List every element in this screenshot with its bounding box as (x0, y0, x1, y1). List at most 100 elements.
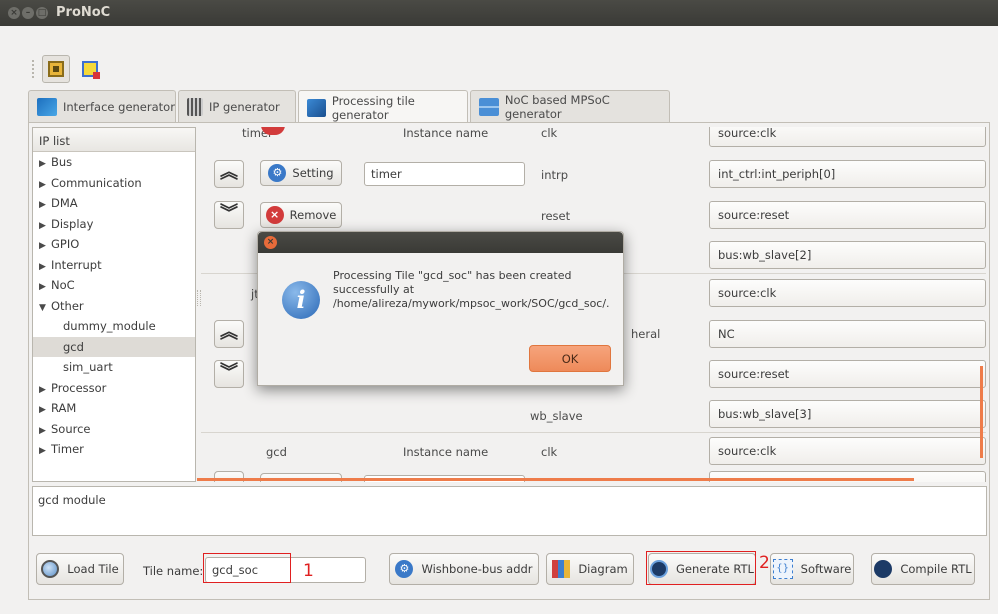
port-select-reset[interactable]: source:reset (709, 360, 986, 388)
dialog-titlebar: × (258, 232, 623, 253)
wishbone-label: Wishbone-bus addr (421, 562, 533, 576)
collapse-arrow-icon: ▼ (39, 302, 46, 313)
window-title: ProNoC (56, 5, 111, 20)
move-up-button[interactable]: ︽ (214, 160, 244, 188)
wishbone-bus-addr-button[interactable]: ⚙ Wishbone-bus addr (389, 553, 539, 585)
tree-item-label: Other (51, 298, 84, 313)
tree-item-sim-uart[interactable]: sim_uart (33, 357, 195, 378)
expand-arrow-icon: ▶ (39, 405, 46, 415)
expand-arrow-icon: ▶ (39, 179, 46, 190)
tree-item-noc[interactable]: ▶ NoC (33, 275, 195, 296)
tree-item-gpio[interactable]: ▶ GPIO (33, 234, 195, 255)
load-tile-button[interactable]: Load Tile (36, 553, 124, 585)
expand-arrow-icon: ▶ (39, 220, 46, 231)
tab-ip-generator[interactable]: IP generator (178, 90, 296, 123)
port-select-wb-slave[interactable]: bus:wb_slave[2] (709, 241, 986, 269)
scroll-indicator (980, 366, 983, 458)
compile-rtl-label: Compile RTL (900, 562, 972, 576)
tree-item-label: sim_uart (63, 360, 113, 374)
move-down-button[interactable]: ︾ (214, 201, 244, 229)
toolbar-grip[interactable] (32, 60, 36, 78)
port-select-intrp[interactable]: int_ctrl:int_periph[0] (709, 160, 986, 188)
software-button[interactable]: {} Software (770, 553, 854, 585)
tab-label: Processing tile generator (331, 93, 415, 122)
processing-tile-icon (307, 98, 326, 117)
port-select-clk[interactable]: source:clk (709, 437, 986, 465)
tree-item-processor[interactable]: ▶ Processor (33, 378, 195, 399)
tree-item-label: dummy_module (63, 319, 156, 333)
setting-button[interactable]: ⚙ Setting (260, 160, 342, 186)
expand-arrow-icon: ▶ (39, 261, 46, 272)
move-up-button[interactable]: ︽ (214, 320, 244, 348)
expand-arrow-icon: ▶ (39, 446, 46, 456)
tab-label: Interface generator (63, 100, 175, 114)
port-label-clk: clk (541, 445, 558, 459)
ok-button[interactable]: OK (529, 345, 611, 372)
remove-button[interactable]: × Remove (260, 202, 342, 228)
tab-label: IP generator (209, 100, 280, 114)
dialog-close-icon[interactable]: × (264, 236, 277, 249)
instance-name-field[interactable]: timer (364, 162, 525, 186)
compile-icon (874, 560, 893, 578)
tree-item-label: Source (51, 421, 91, 436)
tree-item-label: DMA (51, 196, 78, 210)
maximize-window-icon[interactable]: □ (36, 7, 48, 19)
port-select-wb-slave[interactable]: bus:wb_slave[3] (709, 400, 986, 428)
window-titlebar: × – □ ProNoC (0, 0, 998, 26)
ip-description-box: gcd module (32, 486, 987, 536)
port-select-clk[interactable]: source:clk (709, 127, 986, 147)
port-select-reset[interactable]: source:reset (709, 201, 986, 229)
noc-grid-icon (479, 98, 499, 116)
annotation-box-1 (203, 553, 291, 583)
close-window-icon[interactable]: × (8, 7, 20, 19)
tree-item-label: gcd (63, 339, 84, 354)
port-select-interrupt[interactable]: NC (709, 320, 986, 348)
tree-item-interrupt[interactable]: ▶ Interrupt (33, 255, 195, 276)
tree-item-dummy-module[interactable]: dummy_module (33, 316, 195, 337)
tree-item-gcd[interactable]: gcd (33, 336, 195, 357)
info-dialog: × i Processing Tile "gcd_soc" has been c… (257, 231, 624, 386)
expand-arrow-icon: ▶ (39, 425, 46, 436)
diagram-label: Diagram (578, 562, 628, 576)
tab-label: NoC based MPSoC generator (504, 93, 610, 121)
tree-item-label: Processor (51, 380, 107, 395)
minimize-window-icon[interactable]: – (22, 7, 34, 19)
tab-processing-tile-generator[interactable]: Processing tile generator (298, 90, 468, 124)
tab-noc-mpsoc-generator[interactable]: NoC based MPSoC generator (470, 90, 670, 123)
diagram-button[interactable]: Diagram (546, 553, 634, 585)
tree-item-label: Interrupt (51, 257, 102, 272)
port-label-peripheral: heral (631, 327, 661, 341)
diagram-icon (552, 560, 571, 578)
tree-item-bus[interactable]: ▶ Bus (33, 152, 195, 173)
tree-item-timer[interactable]: ▶ Timer (33, 439, 195, 460)
ip-chip-icon (187, 98, 203, 116)
ip-list[interactable]: IP list ▶ Bus ▶ Communication ▶ DMA ▶ Displa… (32, 127, 196, 482)
magnifier-icon (41, 560, 60, 578)
move-down-button[interactable]: ︾ (214, 360, 244, 388)
instance-name-label: Instance name (403, 127, 489, 140)
tree-item-label: GPIO (51, 237, 80, 251)
select-tool-button[interactable] (76, 55, 104, 83)
compile-rtl-button[interactable]: Compile RTL (871, 553, 975, 585)
dialog-message: Processing Tile "gcd_soc" has been creat… (333, 269, 610, 310)
tree-item-label: NoC (51, 278, 75, 292)
info-icon: i (282, 281, 320, 319)
interface-plug-icon (37, 98, 57, 116)
processor-chip-button[interactable] (42, 55, 70, 83)
annotation-box-2 (646, 551, 756, 585)
tree-item-communication[interactable]: ▶ Communication (33, 173, 195, 194)
port-label-clk: clk (541, 127, 558, 140)
tree-item-source[interactable]: ▶ Source (33, 419, 195, 440)
annotation-number-1: 1 (303, 561, 314, 581)
tree-item-ram[interactable]: ▶ RAM (33, 398, 195, 419)
tree-item-dma[interactable]: ▶ DMA (33, 193, 195, 214)
tab-interface-generator[interactable]: Interface generator (28, 90, 176, 123)
remove-icon: × (265, 206, 284, 224)
select-icon (82, 61, 100, 79)
software-icon: {} (772, 559, 793, 579)
tile-name-label: Tile name: (143, 564, 204, 578)
tree-item-display[interactable]: ▶ Display (33, 214, 195, 235)
tree-item-other[interactable]: ▼ Other (33, 296, 195, 317)
expand-arrow-icon: ▶ (39, 200, 46, 210)
port-select-clk[interactable]: source:clk (709, 279, 986, 307)
